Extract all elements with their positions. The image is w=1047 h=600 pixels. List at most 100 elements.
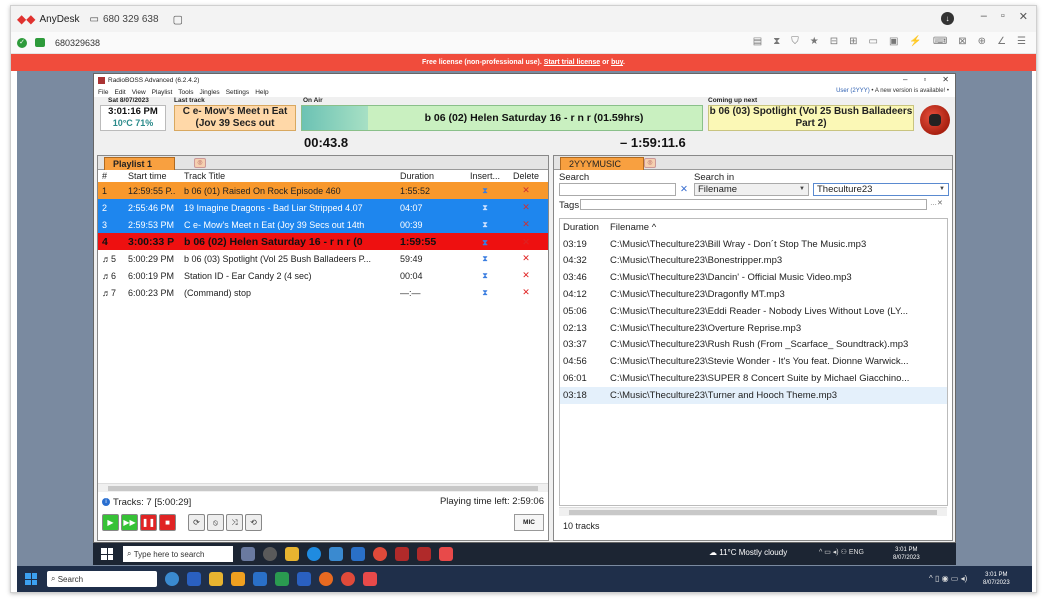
rb-close-button[interactable]: ✕ (942, 75, 949, 84)
headset-icon[interactable] (263, 547, 277, 561)
menu-view[interactable]: View (132, 89, 146, 96)
table-row[interactable]: 4 3:00:33 P b 06 (02) Helen Saturday 16 … (98, 233, 548, 250)
col-insert[interactable]: Insert... (462, 171, 508, 181)
pen-icon[interactable]: ∠ (997, 36, 1006, 47)
play-button[interactable]: ▶ (102, 513, 119, 531)
list-item[interactable]: 04:56 C:\Music\Theculture23\Stevie Wonder… (560, 353, 947, 370)
list-item[interactable]: 06:01 C:\Music\Theculture23\SUPER 8 Conce… (560, 370, 947, 387)
shuffle-icon[interactable]: ⤨ (226, 513, 243, 531)
menu-icon[interactable]: ☰ (1017, 36, 1026, 47)
col-start[interactable]: Start time (128, 171, 184, 181)
search-app-icon[interactable] (231, 572, 245, 586)
insert-icon[interactable]: ⧗ (462, 202, 508, 213)
menu-file[interactable]: File (98, 89, 108, 96)
library-scrollbar[interactable] (559, 507, 947, 516)
user-label[interactable]: User (2YYY) (836, 88, 870, 94)
outlook-icon[interactable] (187, 572, 201, 586)
rb-maximize-button[interactable]: ▫ (923, 75, 926, 84)
remote-clock[interactable]: 3:01 PM 8/07/2023 (893, 546, 920, 562)
privacy-icon[interactable]: ⊠ (958, 36, 966, 47)
list-item[interactable]: 03:46 C:\Music\Theculture23\Dancin' - Off… (560, 269, 947, 286)
remote-monitor-icon[interactable] (35, 38, 45, 47)
list-item[interactable]: 03:37 C:\Music\Theculture23\Rush Rush (Fr… (560, 337, 947, 354)
col-num[interactable]: # (98, 171, 128, 181)
menu-jingles[interactable]: Jingles (199, 89, 219, 96)
insert-icon[interactable]: ⧗ (462, 253, 508, 264)
loop-icon[interactable]: ⟳ (188, 513, 205, 531)
table-row[interactable]: ♬7 6:00:23 PM (Command) stop —:— ⧗ ✕ (98, 284, 548, 301)
col-file-duration[interactable]: Duration (560, 222, 610, 233)
remote-search-box[interactable]: ⌕ Type here to search (123, 546, 233, 562)
col-delete[interactable]: Delete (508, 171, 544, 181)
app-icon[interactable] (297, 572, 311, 586)
copilot-icon[interactable] (165, 572, 179, 586)
next-button[interactable]: ▶▶ (121, 513, 138, 531)
store-icon[interactable] (329, 547, 343, 561)
radioboss-taskbar-icon-2[interactable] (417, 547, 431, 561)
insert-icon[interactable]: ⧗ (462, 270, 508, 281)
favorite-icon[interactable]: ★ (810, 36, 819, 47)
delete-icon[interactable]: ✕ (508, 270, 544, 281)
file-explorer-icon[interactable] (285, 547, 299, 561)
buy-link[interactable]: buy (611, 59, 623, 66)
menu-help[interactable]: Help (255, 89, 268, 96)
settings-icon[interactable]: ⊕ (978, 36, 986, 47)
insert-icon[interactable]: ⧗ (462, 219, 508, 230)
local-search-box[interactable]: ⌕ Search (47, 571, 157, 587)
col-title[interactable]: Track Title (184, 171, 400, 181)
menu-edit[interactable]: Edit (114, 89, 125, 96)
delete-icon[interactable]: ✕ (508, 219, 544, 230)
delete-icon[interactable]: ✕ (508, 236, 544, 248)
search-in-select[interactable]: Filename ▼ (694, 183, 809, 196)
chrome-icon[interactable] (341, 572, 355, 586)
col-duration[interactable]: Duration (400, 171, 462, 181)
list-item[interactable]: 02:13 C:\Music\Theculture23\Overture Repr… (560, 320, 947, 337)
list-item[interactable]: 04:12 C:\Music\Theculture23\Dragonfly MT.… (560, 286, 947, 303)
anydesk-taskbar-icon[interactable] (363, 572, 377, 586)
delete-icon[interactable]: ✕ (508, 202, 544, 213)
block-icon[interactable]: ⦸ (207, 513, 224, 531)
close-button[interactable]: ✕ (1019, 10, 1028, 23)
stop-button[interactable]: ■ (159, 513, 176, 531)
keyboard-icon[interactable]: ⌨ (933, 36, 947, 47)
table-row[interactable]: 1 12:59:55 P.. b 06 (01) Raised On Rock … (98, 182, 548, 199)
anydesk-taskbar-icon[interactable] (439, 547, 453, 561)
rb-minimize-button[interactable]: – (903, 75, 907, 84)
local-tray[interactable]: ^ ▯ ◉ ▭ ◂) (929, 574, 967, 583)
scroll-thumb[interactable] (569, 510, 937, 515)
record-icon[interactable]: ⊟ (830, 36, 838, 47)
word-icon[interactable] (253, 572, 267, 586)
download-icon[interactable]: ↓ (941, 12, 954, 25)
add-tab-icon[interactable]: ◎ (194, 158, 206, 168)
tab-playlist-1[interactable]: Playlist 1 (104, 157, 176, 170)
remote-desktop[interactable]: RadioBOSS Advanced (6.2.4.2) – ▫ ✕ File … (17, 71, 1032, 592)
remote-tray[interactable]: ^ ▭ ◂) ⚇ ENG (819, 548, 864, 556)
table-row[interactable]: 2 2:55:46 PM 19 Imagine Dragons - Bad Li… (98, 199, 548, 216)
shield-icon[interactable]: ⛉ (791, 36, 799, 47)
session-tab[interactable]: ▭ 680 329 638 (89, 14, 158, 25)
windows-start-icon[interactable] (101, 548, 113, 560)
repeat-icon[interactable]: ⟲ (245, 513, 262, 531)
mail-icon[interactable] (351, 547, 365, 561)
tags-input[interactable] (580, 199, 927, 210)
table-row[interactable]: ♬5 5:00:29 PM b 06 (03) Spotlight (Vol 2… (98, 250, 548, 267)
table-row[interactable]: ♬6 6:00:19 PM Station ID - Ear Candy 2 (… (98, 267, 548, 284)
list-item[interactable]: 05:06 C:\Music\Theculture23\Eddi Reader -… (560, 303, 947, 320)
chat-icon[interactable]: ▢ (173, 13, 183, 26)
screen-icon[interactable]: ▣ (889, 36, 898, 47)
tab-2yyymusic[interactable]: 2YYYMUSIC (560, 157, 645, 170)
maximize-button[interactable]: ▫ (1001, 10, 1005, 23)
menu-tools[interactable]: Tools (178, 89, 193, 96)
firefox-icon[interactable] (319, 572, 333, 586)
delete-icon[interactable]: ✕ (508, 287, 544, 298)
local-start-icon[interactable] (25, 573, 37, 585)
file-explorer-icon[interactable] (209, 572, 223, 586)
file-transfer-icon[interactable]: ⧗ (773, 36, 780, 47)
action-icon[interactable]: ⚡ (909, 36, 921, 47)
minimize-button[interactable]: – (981, 10, 987, 23)
tags-menu-icon[interactable]: …✕ (930, 199, 943, 207)
insert-icon[interactable]: ⧗ (462, 236, 508, 248)
excel-icon[interactable] (275, 572, 289, 586)
menu-settings[interactable]: Settings (226, 89, 250, 96)
search-input[interactable] (559, 183, 676, 196)
